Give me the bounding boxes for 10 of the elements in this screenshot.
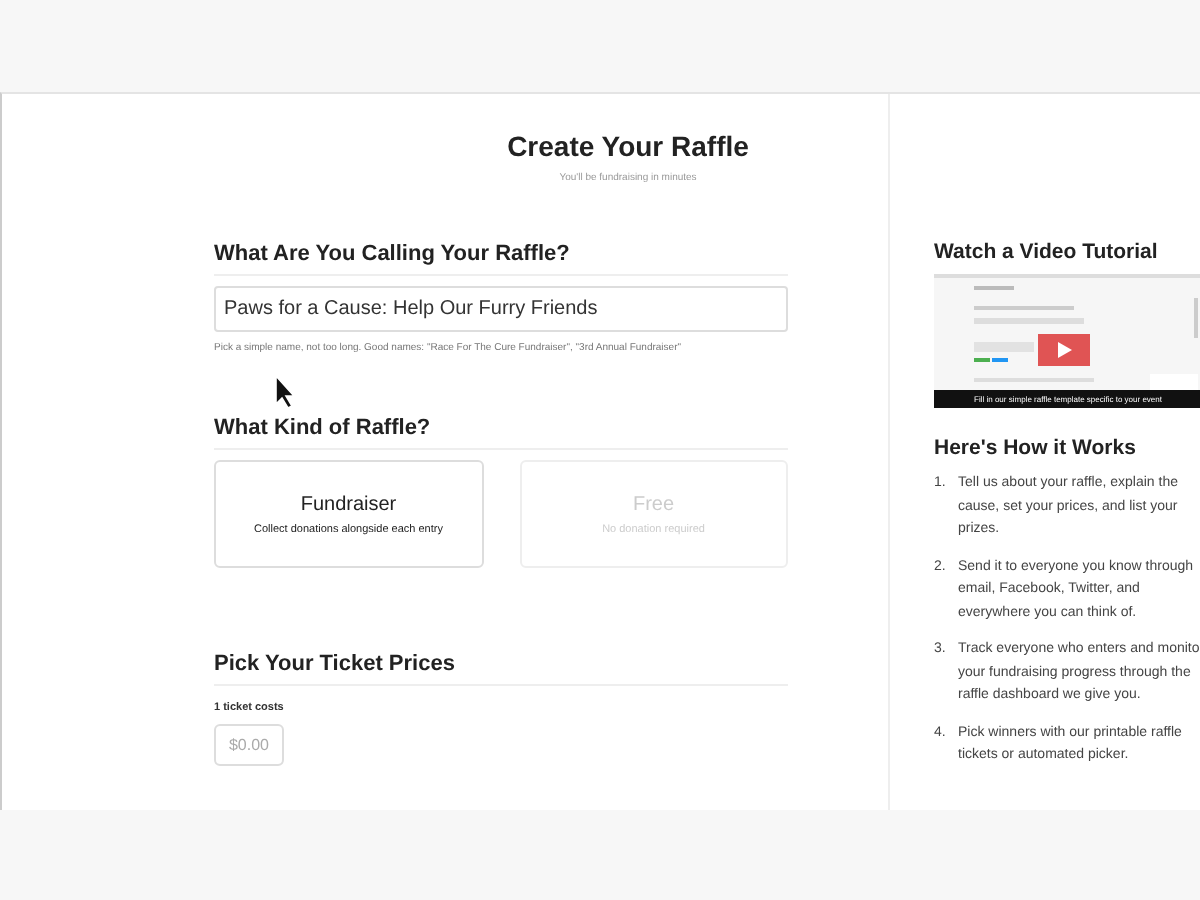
page-title: Create Your Raffle xyxy=(505,130,751,162)
section-heading: What Kind of Raffle? xyxy=(214,416,788,450)
cursor-icon xyxy=(274,374,298,410)
ticket-price-field[interactable]: $0.00 xyxy=(214,724,284,766)
section-heading: What Are You Calling Your Raffle? xyxy=(214,242,788,276)
section-heading: Pick Your Ticket Prices xyxy=(214,652,788,686)
video-heading: Watch a Video Tutorial xyxy=(934,240,1160,264)
raffle-name-field[interactable]: Paws for a Cause: Help Our Furry Friends xyxy=(214,286,788,332)
steps-heading: Here's How it Works xyxy=(934,436,1138,460)
option-title: Fundraiser xyxy=(300,493,397,515)
